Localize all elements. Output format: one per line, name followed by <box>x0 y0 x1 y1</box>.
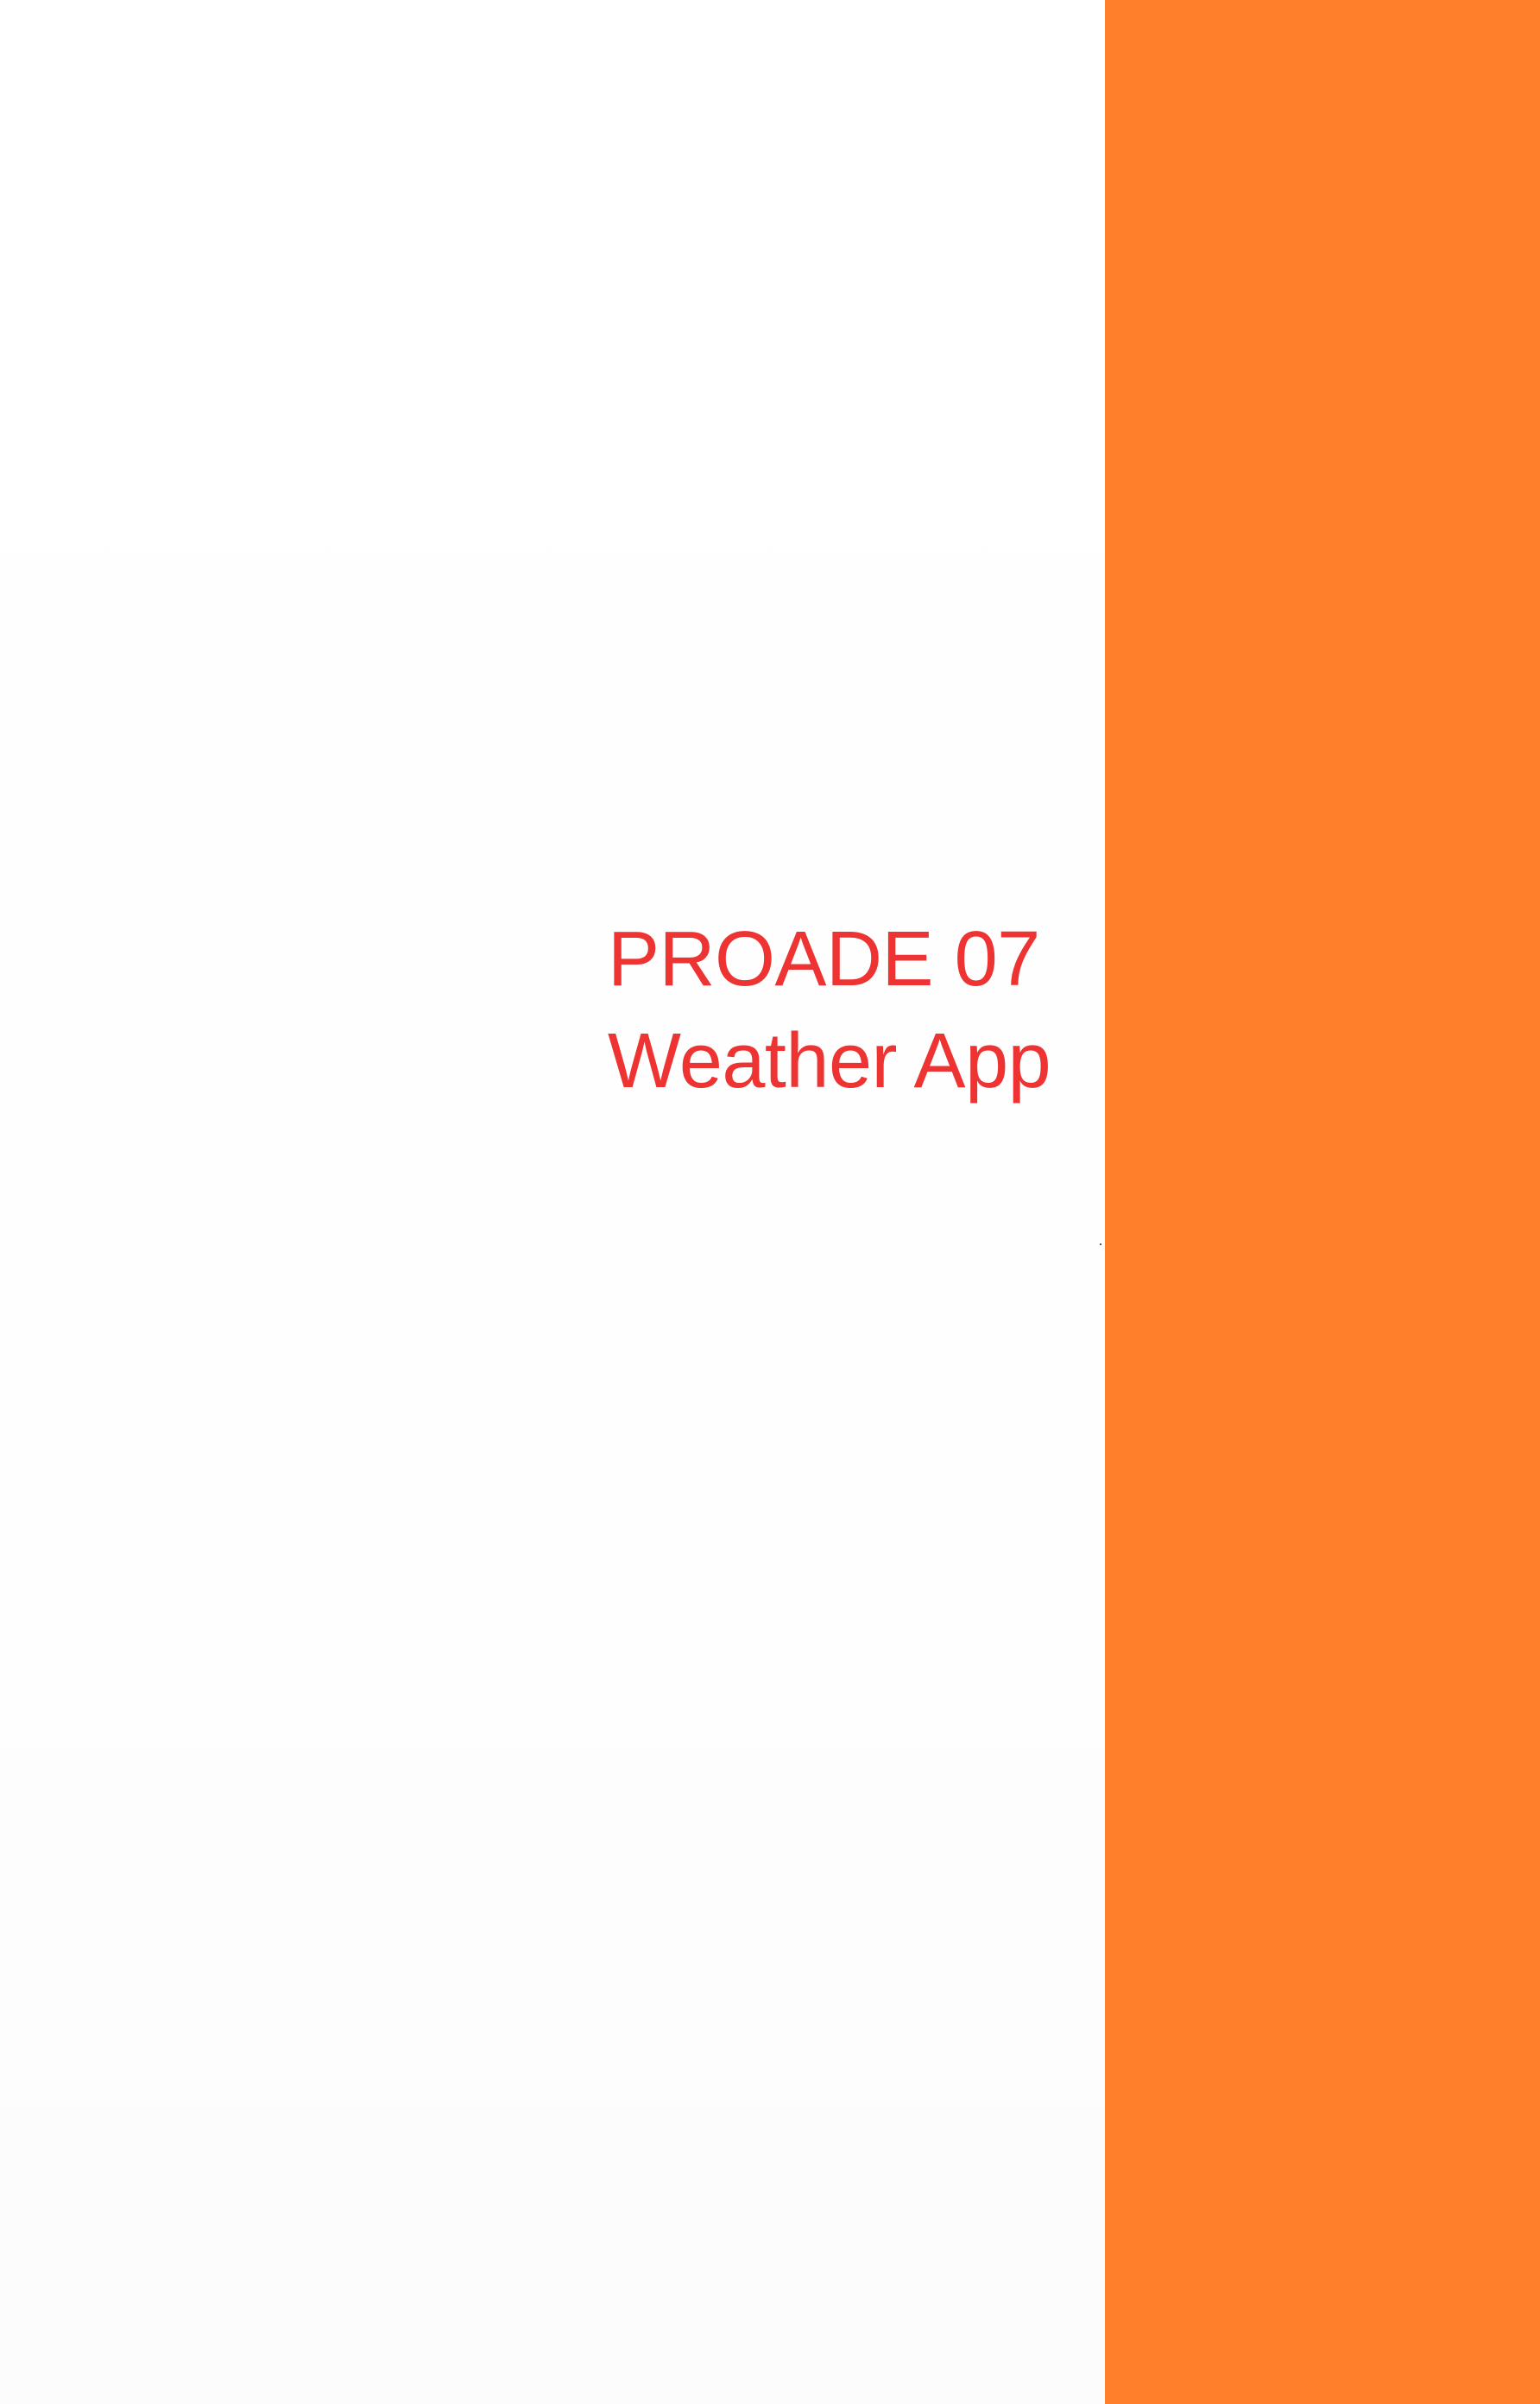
cover-title: PROADE 07 Weather App <box>608 908 1091 1112</box>
orange-side-band <box>1105 0 1540 2404</box>
project-code: PROADE 07 <box>608 916 1040 1003</box>
project-title: Weather App <box>608 1018 1051 1104</box>
document-page: PROADE 07 Weather App <box>0 0 1540 2404</box>
stray-mark <box>1100 1243 1101 1245</box>
